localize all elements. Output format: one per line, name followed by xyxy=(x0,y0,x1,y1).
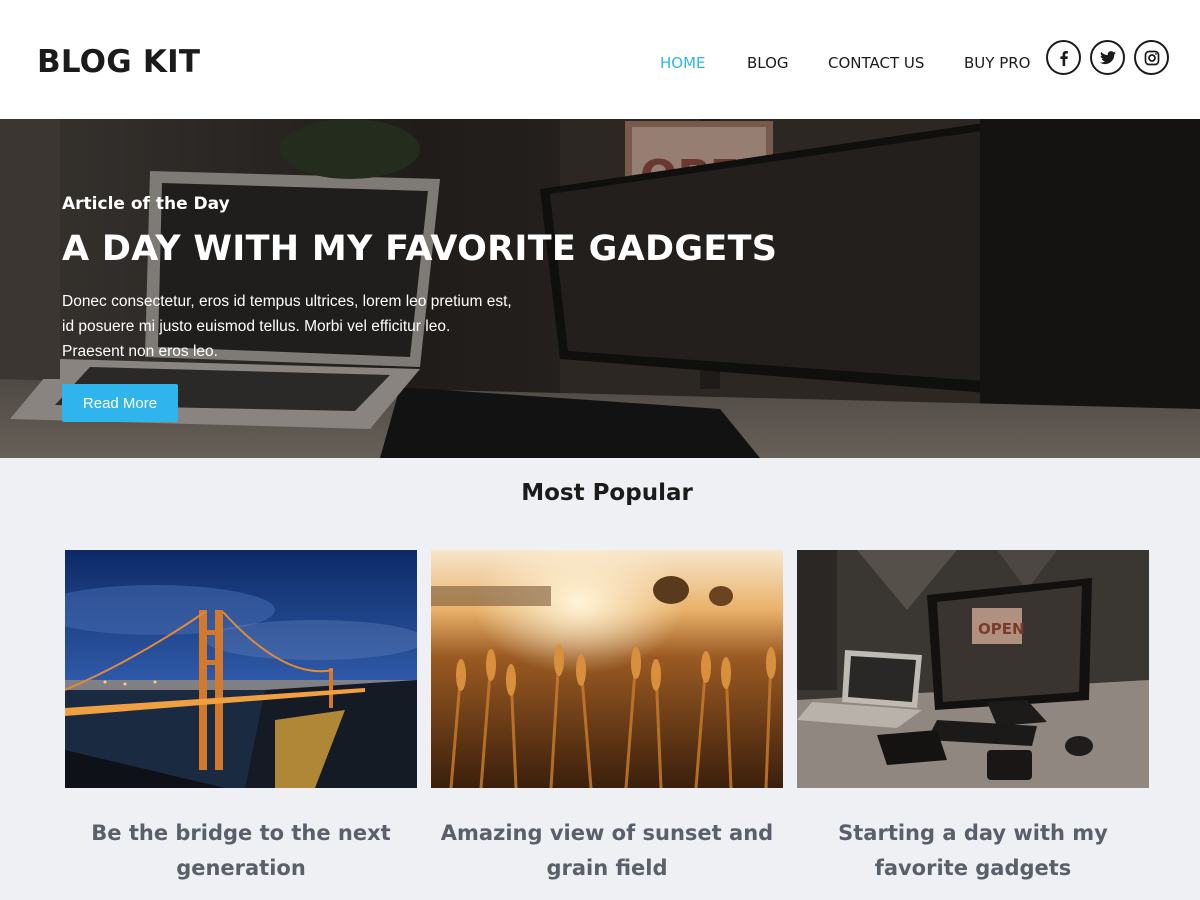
hero-excerpt-line: Donec consectetur, eros id tempus ultric… xyxy=(62,293,512,310)
nav-buy-pro[interactable]: BUY PRO xyxy=(964,54,1030,72)
nav-contact-us[interactable]: CONTACT US xyxy=(828,54,924,72)
hero-kicker: Article of the Day xyxy=(62,194,230,214)
hero-excerpt: Donec consectetur, eros id tempus ultric… xyxy=(62,289,532,364)
gadgets-open-sign-text: OPEN xyxy=(978,620,1025,638)
hero-title[interactable]: A DAY WITH MY FAVORITE GADGETS xyxy=(62,229,777,269)
gadgets-desk-image: OPEN xyxy=(797,550,1149,788)
popular-card: Amazing view of sunset and grain field xyxy=(431,550,783,886)
wheat-field-image xyxy=(431,550,783,788)
facebook-button[interactable] xyxy=(1046,40,1081,75)
nav-home[interactable]: HOME xyxy=(660,54,706,72)
instagram-button[interactable] xyxy=(1134,40,1169,75)
hero-banner: OPEN Article of the Day A DAY WITH MY FA… xyxy=(0,119,1200,458)
card-thumbnail-gadgets[interactable]: OPEN xyxy=(797,550,1149,788)
twitter-icon xyxy=(1099,50,1116,64)
site-header: BLOG KIT HOME BLOG CONTACT US BUY PRO xyxy=(0,0,1200,119)
card-title[interactable]: Amazing view of sunset and grain field xyxy=(431,816,783,886)
hero-excerpt-line: Praesent non eros leo. xyxy=(62,343,218,360)
card-title[interactable]: Be the bridge to the next generation xyxy=(65,816,417,886)
facebook-icon xyxy=(1059,50,1068,66)
popular-card: OPEN Starting a day with my favorite gad… xyxy=(797,550,1149,886)
card-thumbnail-wheat[interactable] xyxy=(431,550,783,788)
hero-excerpt-line: id posuere mi justo euismod tellus. Morb… xyxy=(62,318,451,335)
nav-blog[interactable]: BLOG xyxy=(747,54,789,72)
card-title[interactable]: Starting a day with my favorite gadgets xyxy=(797,816,1149,886)
popular-card: Be the bridge to the next generation xyxy=(65,550,417,886)
twitter-button[interactable] xyxy=(1090,40,1125,75)
card-thumbnail-bridge[interactable] xyxy=(65,550,417,788)
most-popular-heading: Most Popular xyxy=(521,480,693,506)
bridge-image xyxy=(65,550,417,788)
site-logo[interactable]: BLOG KIT xyxy=(37,44,200,80)
instagram-icon xyxy=(1144,50,1159,65)
read-more-button[interactable]: Read More xyxy=(62,384,178,422)
